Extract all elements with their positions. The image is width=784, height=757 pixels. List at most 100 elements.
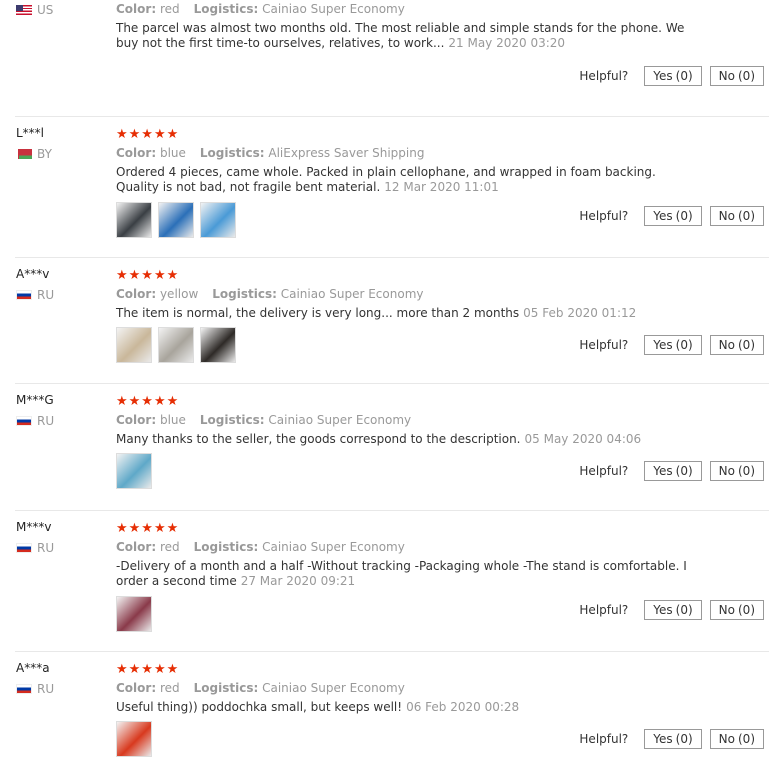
no-count: (0) xyxy=(738,209,755,223)
flag-icon xyxy=(16,5,32,15)
review-text: -Delivery of a month and a half -Without… xyxy=(116,559,696,589)
no-label: No xyxy=(718,338,735,352)
review-text: Ordered 4 pieces, came whole. Packed in … xyxy=(116,165,696,195)
review-date: 05 May 2020 04:06 xyxy=(524,432,642,446)
yes-count: (0) xyxy=(675,209,693,223)
yes-label: Yes xyxy=(653,603,673,617)
helpful-vote: Helpful? Yes (0) No (0) xyxy=(579,729,764,749)
review-date: 06 Feb 2020 00:28 xyxy=(406,700,520,714)
flag-icon xyxy=(16,149,32,159)
yes-count: (0) xyxy=(675,464,693,478)
helpful-vote: Helpful? Yes (0) No (0) xyxy=(579,461,764,481)
country-code: RU xyxy=(37,541,55,555)
helpful-no-button[interactable]: No (0) xyxy=(709,461,764,481)
review-photo-thumbnail[interactable] xyxy=(200,327,236,363)
reviewer-country: RU xyxy=(16,414,54,428)
logistics-value: Cainiao Super Economy xyxy=(262,540,405,554)
helpful-label: Helpful? xyxy=(579,464,629,478)
review-meta: Color: blue Logistics: AliExpress Saver S… xyxy=(116,146,424,160)
logistics-value: Cainiao Super Economy xyxy=(268,413,412,427)
review-text: Many thanks to the seller, the goods cor… xyxy=(116,432,696,447)
flag-icon xyxy=(16,416,32,426)
helpful-no-button[interactable]: No (0) xyxy=(709,206,764,226)
reviewer-name: M***G xyxy=(16,393,54,407)
helpful-yes-button[interactable]: Yes (0) xyxy=(644,461,702,481)
country-code: RU xyxy=(37,414,55,428)
color-label: Color: xyxy=(116,681,157,695)
yes-count: (0) xyxy=(675,603,693,617)
review-photo-thumbnail[interactable] xyxy=(158,202,194,238)
helpful-yes-button[interactable]: Yes (0) xyxy=(644,600,702,620)
helpful-label: Helpful? xyxy=(579,69,629,83)
review-date: 21 May 2020 03:20 xyxy=(448,36,566,50)
yes-label: Yes xyxy=(653,338,673,352)
yes-label: Yes xyxy=(653,209,673,223)
no-label: No xyxy=(718,69,735,83)
review-photo-thumbnail[interactable] xyxy=(116,202,152,238)
helpful-yes-button[interactable]: Yes (0) xyxy=(644,729,702,749)
color-value: red xyxy=(159,681,180,695)
flag-icon xyxy=(16,684,32,694)
review-photo-thumbnail[interactable] xyxy=(116,721,152,757)
no-count: (0) xyxy=(738,338,755,352)
no-count: (0) xyxy=(738,732,755,746)
yes-label: Yes xyxy=(653,732,673,746)
yes-label: Yes xyxy=(653,464,673,478)
color-label: Color: xyxy=(116,413,157,427)
reviewer-country: US xyxy=(16,3,53,17)
flag-icon xyxy=(16,543,32,553)
helpful-yes-button[interactable]: Yes (0) xyxy=(644,335,702,355)
review-body: The parcel was almost two months old. Th… xyxy=(116,21,685,50)
country-code: RU xyxy=(37,288,55,302)
logistics-label: Logistics: xyxy=(193,540,259,554)
review-photo-thumbnail[interactable] xyxy=(116,596,152,632)
helpful-yes-button[interactable]: Yes (0) xyxy=(644,206,702,226)
logistics-label: Logistics: xyxy=(193,2,259,16)
color-value: yellow xyxy=(159,287,199,301)
star-rating: ★★★★★ xyxy=(116,268,180,283)
review-divider xyxy=(15,257,769,258)
color-label: Color: xyxy=(116,146,157,160)
color-value: red xyxy=(159,2,180,16)
review-divider xyxy=(15,510,769,511)
review-divider xyxy=(15,116,769,117)
color-value: blue xyxy=(159,146,186,160)
review-photo-thumbnail[interactable] xyxy=(200,202,236,238)
star-rating: ★★★★★ xyxy=(116,394,180,409)
review-photo-thumbnail[interactable] xyxy=(116,453,152,489)
reviewer-name: A***a xyxy=(16,661,50,675)
reviewer-name: A***v xyxy=(16,0,49,1)
review-photo-thumbnail[interactable] xyxy=(158,327,194,363)
helpful-vote: Helpful? Yes (0) No (0) xyxy=(579,206,764,226)
review-meta: Color: red Logistics: Cainiao Super Econo… xyxy=(116,540,405,554)
logistics-label: Logistics: xyxy=(193,681,259,695)
reviewer-country: BY xyxy=(16,147,52,161)
no-label: No xyxy=(718,732,735,746)
yes-count: (0) xyxy=(675,338,693,352)
review-body: -Delivery of a month and a half -Without… xyxy=(116,559,687,588)
reviewer-name: L***l xyxy=(16,126,45,140)
helpful-yes-button[interactable]: Yes (0) xyxy=(644,66,702,86)
reviewer-name: M***v xyxy=(16,520,52,534)
yes-count: (0) xyxy=(675,69,693,83)
reviewer-country: RU xyxy=(16,288,54,302)
review-photos xyxy=(116,596,152,632)
review-photos xyxy=(116,721,152,757)
helpful-no-button[interactable]: No (0) xyxy=(709,729,764,749)
review-body: The item is normal, the delivery is very… xyxy=(116,306,520,320)
reviewer-country: RU xyxy=(16,682,54,696)
no-count: (0) xyxy=(738,603,755,617)
review-body: Many thanks to the seller, the goods cor… xyxy=(116,432,521,446)
country-code: RU xyxy=(37,682,55,696)
star-rating: ★★★★★ xyxy=(116,521,180,536)
helpful-no-button[interactable]: No (0) xyxy=(709,335,764,355)
no-count: (0) xyxy=(738,464,755,478)
review-photo-thumbnail[interactable] xyxy=(116,327,152,363)
helpful-no-button[interactable]: No (0) xyxy=(709,66,764,86)
country-code: US xyxy=(37,3,54,17)
color-label: Color: xyxy=(116,2,157,16)
no-label: No xyxy=(718,209,735,223)
review-divider xyxy=(15,383,769,384)
helpful-label: Helpful? xyxy=(579,732,629,746)
helpful-no-button[interactable]: No (0) xyxy=(709,600,764,620)
